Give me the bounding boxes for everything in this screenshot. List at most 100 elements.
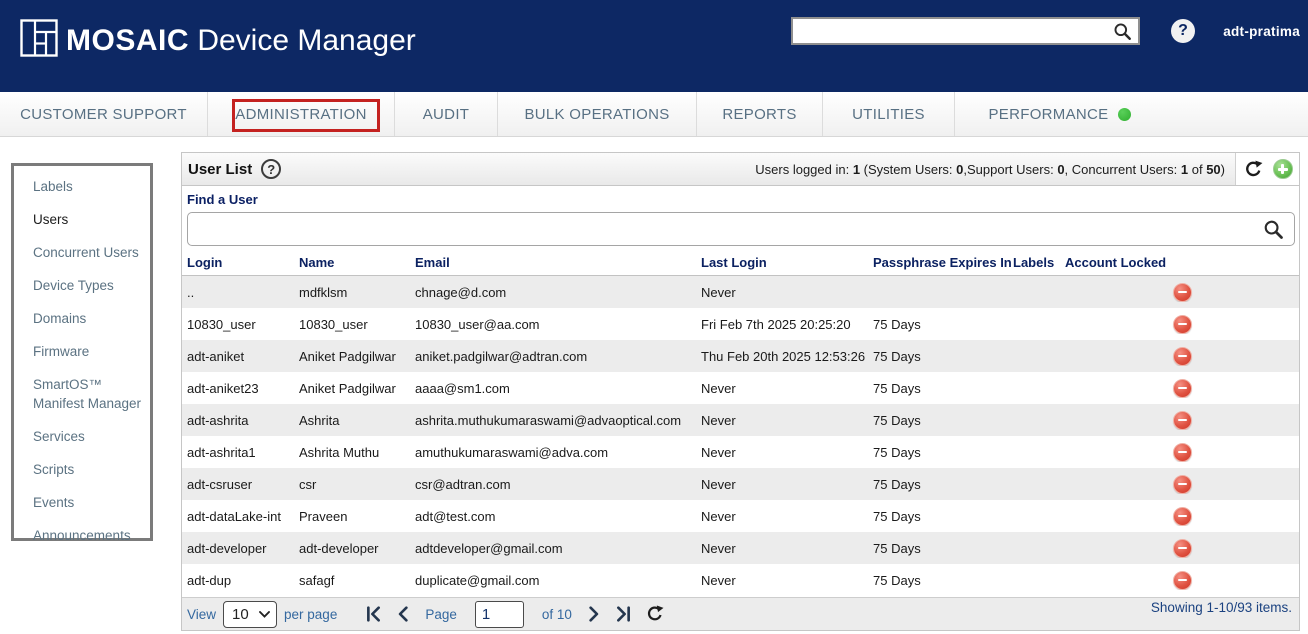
sidebar-item-firmware[interactable]: Firmware	[33, 342, 147, 361]
sidebar: Labels Users Concurrent Users Device Types D…	[11, 163, 153, 541]
refresh-icon[interactable]	[1243, 159, 1264, 180]
find-search-icon[interactable]	[1263, 219, 1284, 240]
cell-last-login: Never	[701, 541, 873, 556]
pagination-refresh-icon[interactable]	[645, 604, 665, 624]
cell-account-locked	[1065, 411, 1299, 430]
nav-tab-utilities[interactable]: UTILITIES	[823, 92, 955, 136]
cell-account-locked	[1065, 475, 1299, 494]
search-icon[interactable]	[1113, 22, 1132, 41]
account-locked-icon[interactable]	[1173, 347, 1192, 366]
table-row[interactable]: adt-ashrita1Ashrita Muthuamuthukumaraswa…	[182, 436, 1299, 468]
account-locked-icon[interactable]	[1173, 283, 1192, 302]
cell-email: amuthukumaraswami@adva.com	[415, 445, 701, 460]
help-icon[interactable]: ?	[1171, 19, 1195, 43]
column-header-account-locked[interactable]: Account Locked	[1065, 255, 1299, 270]
account-locked-icon[interactable]	[1173, 571, 1192, 590]
cell-email: aniket.padgilwar@adtran.com	[415, 349, 701, 364]
nav-tab-administration[interactable]: ADMINISTRATION	[208, 92, 395, 136]
column-header-email[interactable]: Email	[415, 255, 701, 270]
cell-name: csr	[299, 477, 415, 492]
stats-segment: , Concurrent Users:	[1065, 162, 1181, 177]
nav-tab-customer-support[interactable]: CUSTOMER SUPPORT	[0, 92, 208, 136]
pagination-bar: View 10 per page Page of 10	[182, 597, 1299, 630]
cell-account-locked	[1065, 315, 1299, 334]
table-row[interactable]: adt-csrusercsrcsr@adtran.comNever75 Days	[182, 468, 1299, 500]
sidebar-item-labels[interactable]: Labels	[33, 177, 147, 196]
sidebar-item-users[interactable]: Users	[33, 210, 147, 229]
sidebar-item-domains[interactable]: Domains	[33, 309, 147, 328]
table-row[interactable]: adt-dupsafagfduplicate@gmail.comNever75 …	[182, 564, 1299, 596]
per-page-label: per page	[284, 607, 337, 622]
account-locked-icon[interactable]	[1173, 411, 1192, 430]
nav-tab-label: CUSTOMER SUPPORT	[20, 106, 187, 123]
cell-passphrase-expires: 75 Days	[873, 573, 1013, 588]
cell-name: adt-developer	[299, 541, 415, 556]
column-header-labels[interactable]: Labels	[1013, 255, 1065, 270]
page-title: User List	[182, 161, 252, 178]
table-row[interactable]: ..mdfklsmchnage@d.comNever	[182, 276, 1299, 308]
nav-tab-performance[interactable]: PERFORMANCE	[955, 92, 1165, 136]
account-locked-icon[interactable]	[1173, 539, 1192, 558]
nav-tab-label: AUDIT	[423, 106, 470, 123]
account-locked-icon[interactable]	[1173, 379, 1192, 398]
global-search-input[interactable]	[793, 19, 1113, 43]
sidebar-item-scripts[interactable]: Scripts	[33, 460, 147, 479]
column-header-passphrase-expires-in[interactable]: Passphrase Expires In	[873, 255, 1013, 270]
cell-last-login: Thu Feb 20th 2025 12:53:26	[701, 349, 873, 364]
nav-tab-bulk-operations[interactable]: BULK OPERATIONS	[498, 92, 697, 136]
cell-last-login: Never	[701, 413, 873, 428]
user-list-help-icon[interactable]: ?	[261, 159, 281, 179]
find-a-user-input[interactable]	[188, 213, 1294, 245]
cell-name: Praveen	[299, 509, 415, 524]
account-locked-icon[interactable]	[1173, 475, 1192, 494]
account-locked-icon[interactable]	[1173, 315, 1192, 334]
stats-segment: ,Support Users:	[963, 162, 1057, 177]
page-number-input[interactable]	[475, 601, 524, 628]
column-header-name[interactable]: Name	[299, 255, 415, 270]
sidebar-item-announcements[interactable]: Announcements	[33, 526, 147, 545]
cell-login: adt-dup	[187, 573, 299, 588]
table-row[interactable]: adt-dataLake-intPraveenadt@test.comNever…	[182, 500, 1299, 532]
stats-segment: )	[1221, 162, 1225, 177]
table-row[interactable]: adt-aniketAniket Padgilwaraniket.padgilw…	[182, 340, 1299, 372]
cell-email: adtdeveloper@gmail.com	[415, 541, 701, 556]
sidebar-item-device-types[interactable]: Device Types	[33, 276, 147, 295]
table-row[interactable]: adt-aniket23Aniket Padgilwaraaaa@sm1.com…	[182, 372, 1299, 404]
cell-last-login: Fri Feb 7th 2025 20:25:20	[701, 317, 873, 332]
nav-tab-label: PERFORMANCE	[989, 106, 1109, 123]
last-page-icon[interactable]	[615, 606, 632, 622]
cell-account-locked	[1065, 507, 1299, 526]
sidebar-item-services[interactable]: Services	[33, 427, 147, 446]
nav-tab-label: BULK OPERATIONS	[524, 106, 669, 123]
table-row[interactable]: adt-developeradt-developeradtdeveloper@g…	[182, 532, 1299, 564]
logged-in-username[interactable]: adt-pratima	[1223, 24, 1300, 39]
sidebar-item-smartos-manifest-manager[interactable]: SmartOS™ Manifest Manager	[33, 375, 147, 413]
table-row[interactable]: 10830_user10830_user10830_user@aa.comFri…	[182, 308, 1299, 340]
cell-email: chnage@d.com	[415, 285, 701, 300]
view-label: View	[187, 607, 216, 622]
cell-last-login: Never	[701, 509, 873, 524]
nav-tab-audit[interactable]: AUDIT	[395, 92, 498, 136]
sidebar-item-events[interactable]: Events	[33, 493, 147, 512]
add-user-icon[interactable]	[1273, 159, 1293, 179]
stats-segment: of	[1188, 162, 1206, 177]
cell-account-locked	[1065, 571, 1299, 590]
app-root: MOSAIC Device Manager ? adt-pratima CUST…	[0, 0, 1308, 634]
next-page-icon[interactable]	[585, 606, 602, 622]
stats-segment: 1	[853, 162, 860, 177]
column-header-login[interactable]: Login	[187, 255, 299, 270]
sidebar-item-concurrent-users[interactable]: Concurrent Users	[33, 243, 147, 262]
cell-email: ashrita.muthukumaraswami@advaoptical.com	[415, 413, 701, 428]
status-green-dot-icon	[1118, 108, 1131, 121]
sidebar-list: Labels Users Concurrent Users Device Types D…	[14, 166, 150, 545]
page-size-select[interactable]: 10	[223, 601, 277, 628]
account-locked-icon[interactable]	[1173, 443, 1192, 462]
column-header-last-login[interactable]: Last Login	[701, 255, 873, 270]
cell-passphrase-expires: 75 Days	[873, 445, 1013, 460]
nav-tab-reports[interactable]: REPORTS	[697, 92, 823, 136]
previous-page-icon[interactable]	[395, 606, 412, 622]
first-page-icon[interactable]	[365, 606, 382, 622]
table-row[interactable]: adt-ashritaAshritaashrita.muthukumaraswa…	[182, 404, 1299, 436]
cell-last-login: Never	[701, 381, 873, 396]
account-locked-icon[interactable]	[1173, 507, 1192, 526]
